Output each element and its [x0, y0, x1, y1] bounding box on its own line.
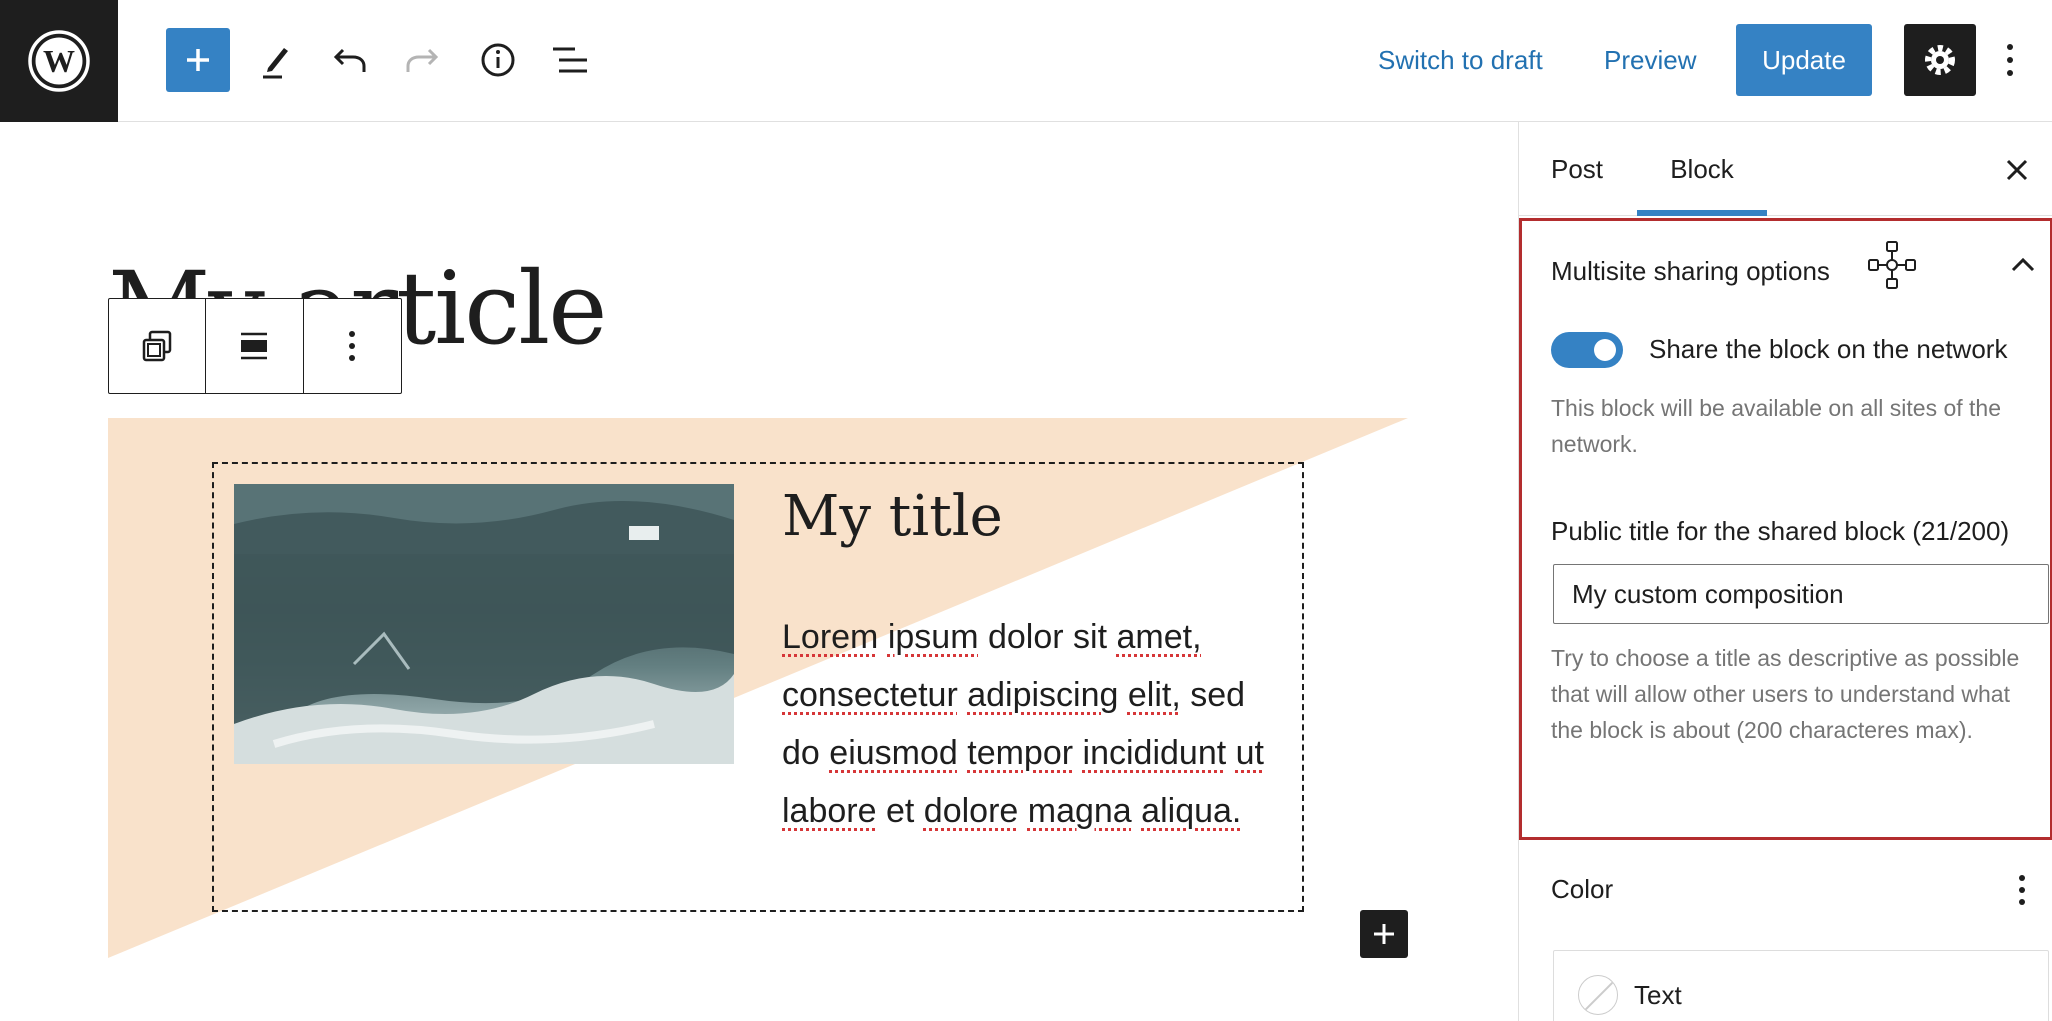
options-button[interactable] — [1992, 26, 2028, 94]
paragraph-word: sed — [1190, 676, 1246, 714]
shared-title-input[interactable] — [1553, 564, 2049, 624]
close-sidebar-button[interactable] — [1993, 146, 2041, 194]
update-button[interactable]: Update — [1736, 24, 1872, 96]
settings-button[interactable] — [1904, 24, 1976, 96]
paragraph-word: consectetur — [782, 676, 958, 714]
more-vertical-icon — [2019, 875, 2025, 905]
redo-icon — [406, 48, 439, 72]
info-icon — [481, 43, 515, 77]
redo-button[interactable] — [394, 26, 450, 94]
tools-button[interactable] — [248, 26, 304, 94]
paragraph-word: do — [782, 734, 820, 772]
switch-to-draft-button[interactable]: Switch to draft — [1378, 26, 1543, 94]
paragraph-word: magna — [1027, 792, 1132, 830]
color-panel-title[interactable]: Color — [1551, 874, 1613, 905]
shared-title-label: Public title for the shared block (21/20… — [1551, 516, 2010, 546]
block-heading[interactable]: My title — [782, 484, 1003, 549]
paragraph-word: labore — [782, 792, 877, 830]
align-icon — [241, 332, 268, 360]
paragraph-word: adipiscing — [967, 676, 1119, 714]
block-transform-button[interactable] — [109, 299, 207, 393]
tab-block[interactable]: Block — [1637, 122, 1767, 216]
editor-header: W Switch to draft Preview Update — [0, 0, 2052, 122]
details-button[interactable] — [470, 26, 526, 94]
preview-button[interactable]: Preview — [1604, 26, 1696, 94]
undo-icon — [333, 48, 366, 72]
more-vertical-icon — [2007, 44, 2013, 76]
wordpress-logo-icon[interactable]: W — [0, 0, 118, 122]
paragraph-word: eiusmod — [829, 734, 958, 772]
lake-image[interactable] — [234, 484, 734, 764]
editor-app: W Switch to draft Preview Update article… — [0, 0, 2052, 1021]
paragraph-word: ipsum — [887, 618, 979, 656]
pencil-icon — [263, 48, 288, 79]
add-block-button[interactable] — [166, 28, 230, 92]
gear-icon — [1925, 45, 1955, 75]
align-button[interactable] — [206, 299, 304, 393]
paragraph-word: ut — [1235, 734, 1264, 772]
chevron-up-icon[interactable] — [2009, 254, 2037, 276]
color-item-label: Text — [1634, 979, 1682, 1010]
sidebar-tabs: Post Block — [1519, 122, 2052, 216]
network-icon — [1868, 241, 1916, 289]
settings-sidebar: Post Block Multisite sharing options Sha… — [1518, 122, 2052, 1021]
block-transform-icon — [142, 330, 172, 362]
share-network-help: This block will be available on all site… — [1551, 395, 2002, 457]
close-icon — [2006, 159, 2028, 181]
shared-title-help: Try to choose a title as descriptive as … — [1551, 645, 2020, 743]
list-view-icon — [553, 47, 587, 73]
paragraph-word: dolor — [987, 618, 1064, 656]
undo-button[interactable] — [322, 26, 378, 94]
color-options-button[interactable] — [2004, 866, 2040, 914]
append-block-button[interactable] — [1360, 910, 1408, 958]
paragraph-word: dolore — [923, 792, 1019, 830]
plus-icon — [1374, 924, 1394, 944]
multisite-panel-title[interactable]: Multisite sharing options — [1551, 256, 1830, 287]
paragraph-word: incididunt — [1082, 734, 1227, 772]
paragraph-word: aliqua. — [1141, 792, 1242, 830]
plus-icon — [187, 49, 209, 71]
color-list: Text — [1553, 950, 2049, 1021]
more-vertical-icon — [349, 331, 356, 361]
editor-canvas[interactable]: My article My title Lorem ipsum dolor si… — [0, 122, 1518, 1021]
block-toolbar — [108, 298, 402, 394]
paragraph-word: elit, — [1127, 676, 1181, 714]
paragraph-word: tempor — [967, 734, 1074, 772]
list-view-button[interactable] — [542, 26, 598, 94]
tab-post[interactable]: Post — [1551, 122, 1603, 216]
svg-text:W: W — [43, 43, 75, 79]
share-network-toggle-label[interactable]: Share the block on the network — [1649, 334, 2007, 365]
paragraph-word: sit — [1073, 618, 1108, 656]
block-paragraph[interactable]: Lorem ipsum dolor sit amet, consectetur … — [782, 608, 1282, 840]
paragraph-word: et — [885, 792, 915, 830]
share-network-toggle[interactable] — [1551, 332, 1623, 368]
empty-swatch-icon — [1578, 975, 1618, 1015]
paragraph-word: amet, — [1116, 618, 1202, 656]
color-item-text[interactable]: Text — [1578, 975, 1682, 1015]
block-options-button[interactable] — [304, 299, 401, 393]
paragraph-word: Lorem — [782, 618, 879, 656]
